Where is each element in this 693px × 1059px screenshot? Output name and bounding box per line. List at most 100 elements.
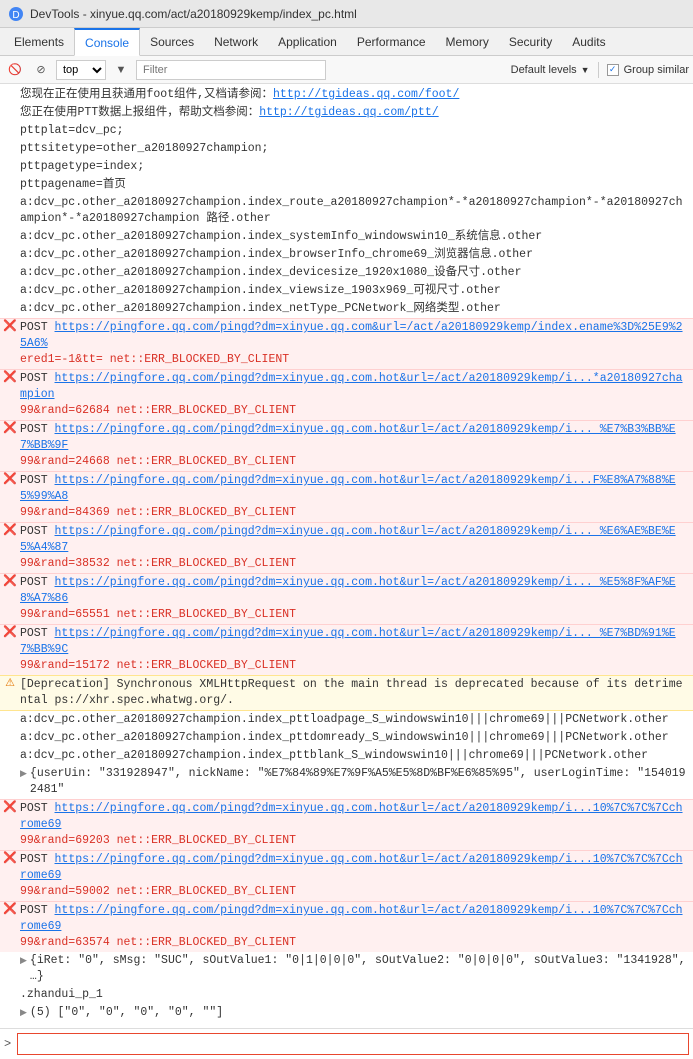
list-item: ⚠ [Deprecation] Synchronous XMLHttpReque… [0, 675, 693, 711]
tab-network[interactable]: Network [204, 28, 268, 56]
console-text: a:dcv_pc.other_a20180927champion.index_n… [20, 301, 501, 317]
list-item: a:dcv_pc.other_a20180927champion.index_s… [0, 228, 693, 246]
tab-performance[interactable]: Performance [347, 28, 436, 56]
list-item: a:dcv_pc.other_a20180927champion.index_p… [0, 729, 693, 747]
error-icon: ❌ [4, 802, 16, 814]
console-text: .zhandui_p_1 [20, 987, 103, 1003]
group-similar-toggle[interactable]: Group similar [607, 64, 689, 76]
list-item: a:dcv_pc.other_a20180927champion.index_v… [0, 282, 693, 300]
console-input-row: > [0, 1028, 693, 1059]
console-text: POST https://pingfore.qq.com/pingd?dm=xi… [20, 903, 689, 951]
console-text: a:dcv_pc.other_a20180927champion.index_d… [20, 265, 521, 281]
window-title: DevTools - xinyue.qq.com/act/a20180929ke… [30, 7, 357, 21]
console-text: POST https://pingfore.qq.com/pingd?dm=xi… [20, 422, 689, 470]
list-item: ❌ POST https://pingfore.qq.com/pingd?dm=… [0, 799, 693, 851]
expand-arrow-icon[interactable]: ▶ [20, 953, 27, 969]
console-text: a:dcv_pc.other_a20180927champion.index_v… [20, 283, 501, 299]
ptt-link[interactable]: http://tgideas.qq.com/ptt/ [259, 106, 438, 119]
error-link[interactable]: https://pingfore.qq.com/pingd?dm=xinyue.… [20, 321, 683, 350]
error-link[interactable]: https://pingfore.qq.com/pingd?dm=xinyue.… [20, 423, 676, 452]
foot-link[interactable]: http://tgideas.qq.com/foot/ [273, 88, 459, 101]
list-item: 您现在正在使用且获通用foot组件,又档请参阅：http://tgideas.q… [0, 86, 693, 104]
group-similar-label: Group similar [624, 64, 689, 76]
tab-elements[interactable]: Elements [4, 28, 74, 56]
list-item: a:dcv_pc.other_a20180927champion.index_d… [0, 264, 693, 282]
error-icon: ❌ [4, 904, 16, 916]
error-icon: ❌ [4, 627, 16, 639]
error-link[interactable]: https://pingfore.qq.com/pingd?dm=xinyue.… [20, 474, 676, 503]
error-icon: ❌ [4, 525, 16, 537]
devtools-icon: D [8, 6, 24, 22]
list-item: pttplat=dcv_pc; [0, 122, 693, 140]
error-link[interactable]: https://pingfore.qq.com/pingd?dm=xinyue.… [20, 576, 676, 605]
error-link[interactable]: https://pingfore.qq.com/pingd?dm=xinyue.… [20, 627, 676, 656]
console-text: a:dcv_pc.other_a20180927champion.index_b… [20, 247, 533, 263]
list-item: .zhandui_p_1 [0, 986, 693, 1004]
list-item: ❌ POST https://pingfore.qq.com/pingd?dm=… [0, 318, 693, 370]
list-item: a:dcv_pc.other_a20180927champion.index_p… [0, 747, 693, 765]
tab-security[interactable]: Security [499, 28, 562, 56]
list-item: ❌ POST https://pingfore.qq.com/pingd?dm=… [0, 420, 693, 472]
tab-console[interactable]: Console [74, 28, 140, 56]
context-selector[interactable]: top [56, 60, 106, 80]
default-levels-label: Default levels [511, 64, 577, 76]
console-text: POST https://pingfore.qq.com/pingd?dm=xi… [20, 575, 689, 623]
console-text: POST https://pingfore.qq.com/pingd?dm=xi… [20, 473, 689, 521]
error-link[interactable]: https://pingfore.qq.com/pingd?dm=xinyue.… [20, 525, 676, 554]
error-link[interactable]: https://pingfore.qq.com/pingd?dm=xinyue.… [20, 853, 683, 882]
clear-console-button[interactable]: 🚫 [4, 59, 26, 81]
list-item: 您正在使用PTT数据上报组件，帮助文档参阅：http://tgideas.qq.… [0, 104, 693, 122]
list-item: pttpagename=首页 [0, 176, 693, 194]
filter-input[interactable] [136, 60, 326, 80]
expand-arrow-icon[interactable]: ▶ [20, 766, 27, 782]
console-text: [Deprecation] Synchronous XMLHttpRequest… [20, 677, 689, 709]
default-levels[interactable]: Default levels ▼ [511, 64, 590, 76]
console-text: a:dcv_pc.other_a20180927champion.index_p… [20, 748, 648, 764]
error-link[interactable]: https://pingfore.qq.com/pingd?dm=xinyue.… [20, 802, 683, 831]
list-item[interactable]: ▶ (5) ["0", "0", "0", "0", ""] [0, 1004, 693, 1022]
list-item: a:dcv_pc.other_a20180927champion.index_p… [0, 711, 693, 729]
list-item: ❌ POST https://pingfore.qq.com/pingd?dm=… [0, 522, 693, 574]
console-input[interactable] [17, 1033, 689, 1055]
list-item: a:dcv_pc.other_a20180927champion.index_b… [0, 246, 693, 264]
console-text: 您现在正在使用且获通用foot组件,又档请参阅：http://tgideas.q… [20, 87, 459, 103]
tab-sources[interactable]: Sources [140, 28, 204, 56]
console-text: 您正在使用PTT数据上报组件，帮助文档参阅：http://tgideas.qq.… [20, 105, 439, 121]
list-item[interactable]: ▶ {userUin: "331928947", nickName: "%E7%… [0, 765, 693, 799]
list-item: ❌ POST https://pingfore.qq.com/pingd?dm=… [0, 850, 693, 902]
error-icon: ❌ [4, 576, 16, 588]
console-text: POST https://pingfore.qq.com/pingd?dm=xi… [20, 626, 689, 674]
group-similar-checkbox[interactable] [607, 64, 619, 76]
error-link[interactable]: https://pingfore.qq.com/pingd?dm=xinyue.… [20, 904, 683, 933]
tab-memory[interactable]: Memory [436, 28, 499, 56]
console-text: a:dcv_pc.other_a20180927champion.index_s… [20, 229, 542, 245]
list-item: pttpagetype=index; [0, 158, 693, 176]
list-item[interactable]: ▶ {iRet: "0", sMsg: "SUC", sOutValue1: "… [0, 952, 693, 986]
console-text: a:dcv_pc.other_a20180927champion.index_p… [20, 712, 669, 728]
console-output: 您现在正在使用且获通用foot组件,又档请参阅：http://tgideas.q… [0, 84, 693, 1024]
console-text: POST https://pingfore.qq.com/pingd?dm=xi… [20, 524, 689, 572]
preserve-log-button[interactable]: ⊘ [30, 59, 52, 81]
error-icon: ❌ [4, 474, 16, 486]
default-levels-arrow[interactable]: ▼ [581, 65, 590, 75]
console-text: POST https://pingfore.qq.com/pingd?dm=xi… [20, 320, 689, 368]
list-item: a:dcv_pc.other_a20180927champion.index_r… [0, 194, 693, 228]
console-prompt: > [4, 1037, 11, 1051]
error-icon: ❌ [4, 423, 16, 435]
console-text: pttplat=dcv_pc; [20, 123, 124, 139]
tab-application[interactable]: Application [268, 28, 347, 56]
warning-icon: ⚠ [4, 678, 16, 690]
console-text: (5) ["0", "0", "0", "0", ""] [30, 1005, 223, 1021]
error-icon: ❌ [4, 321, 16, 333]
error-link[interactable]: https://pingfore.qq.com/pingd?dm=xinyue.… [20, 372, 683, 401]
expand-arrow-icon[interactable]: ▶ [20, 1005, 27, 1021]
console-text: POST https://pingfore.qq.com/pingd?dm=xi… [20, 801, 689, 849]
list-item: a:dcv_pc.other_a20180927champion.index_n… [0, 300, 693, 318]
list-item: ❌ POST https://pingfore.qq.com/pingd?dm=… [0, 369, 693, 421]
execution-context-button[interactable]: ▼ [110, 59, 132, 81]
console-text: POST https://pingfore.qq.com/pingd?dm=xi… [20, 852, 689, 900]
console-text: pttsitetype=other_a20180927champion; [20, 141, 268, 157]
console-text: pttpagename=首页 [20, 177, 126, 193]
list-item: ❌ POST https://pingfore.qq.com/pingd?dm=… [0, 471, 693, 523]
tab-audits[interactable]: Audits [562, 28, 615, 56]
